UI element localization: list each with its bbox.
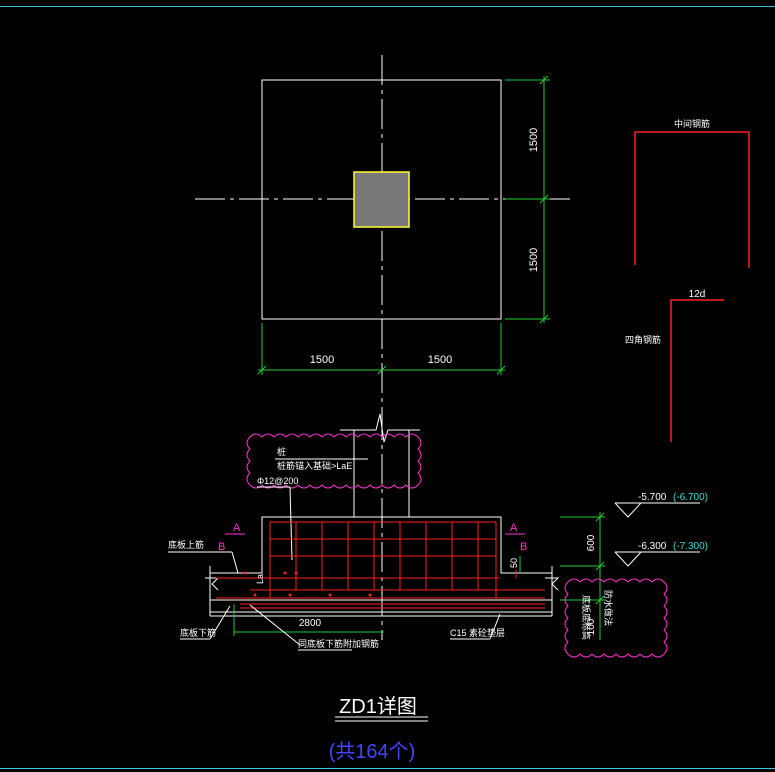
dim-50: 50 xyxy=(509,558,519,568)
elev-top: -5.700 xyxy=(638,492,667,503)
title-main: ZD1详图 xyxy=(339,695,417,718)
section-mark-b-right: B xyxy=(520,541,527,553)
column-note-title: 桩 xyxy=(277,446,286,457)
title-count: (共164个) xyxy=(329,740,416,763)
footing-section-outline xyxy=(210,516,552,574)
plan-view: 1500 1500 1500 1500 xyxy=(195,55,570,410)
bottom-rebar-note: 同底板下筋附加钢筋 xyxy=(298,638,379,649)
note-cloud-right xyxy=(564,578,668,658)
elevation-triangle xyxy=(614,502,643,518)
drawing-canvas: 1500 1500 1500 1500 中间钢筋 12d 四角钢筋 桩 桩筋锚入… xyxy=(168,55,750,763)
section-mark-a-right: A xyxy=(510,522,518,534)
leader-line xyxy=(289,486,293,561)
dim-right-top: 1500 xyxy=(528,128,540,152)
slab-top-label: 底板上筋 xyxy=(168,539,204,550)
leader-line xyxy=(209,605,231,640)
section-view: 桩 桩筋锚入基础>LaE Φ12@200 A B A B 底板上筋 底板下筋 L… xyxy=(168,410,708,658)
lap-label: La xyxy=(255,574,265,584)
dim-bottom-left: 1500 xyxy=(310,354,334,366)
dim-right-bottom: 1500 xyxy=(528,248,540,272)
side-rebar-details: 中间钢筋 12d 四角钢筋 xyxy=(625,118,750,442)
column-note-text: 桩筋锚入基础>LaE xyxy=(277,460,352,471)
elevation-triangle xyxy=(614,551,643,567)
elev-top-alt: (-6.700) xyxy=(673,492,708,503)
break-mark-left xyxy=(205,577,220,591)
dim-600: 600 xyxy=(586,534,597,551)
dim-bottom-right: 1500 xyxy=(428,354,452,366)
rebar-spec: Φ12@200 xyxy=(257,476,298,486)
corner-rebar-label: 四角钢筋 xyxy=(625,334,661,345)
cushion-label: C15 素砼垫层 xyxy=(450,627,505,638)
section-mark-a-left: A xyxy=(233,522,241,534)
leader-line xyxy=(231,551,239,574)
right-note-1: 底板底标高 xyxy=(581,595,592,640)
width-dim-2800: 2800 xyxy=(299,618,322,629)
section-mark-b-left: B xyxy=(218,541,225,553)
middle-rebar-label: 中间钢筋 xyxy=(674,118,710,129)
slab-bottom-label: 底板下筋 xyxy=(180,627,216,638)
break-line xyxy=(340,413,420,443)
rebar-cage xyxy=(216,521,545,609)
leader-line xyxy=(249,604,301,646)
elev-mid-alt: (-7.300) xyxy=(673,541,708,552)
column-section xyxy=(353,171,410,228)
elev-mid: -6.300 xyxy=(638,541,667,552)
right-note-2: 防水做法 xyxy=(603,590,614,626)
drawing-title: ZD1详图 (共164个) xyxy=(329,695,428,763)
middle-rebar-shape xyxy=(634,131,750,268)
hook-dim-label: 12d xyxy=(689,289,706,300)
corner-rebar-shape xyxy=(670,299,724,442)
